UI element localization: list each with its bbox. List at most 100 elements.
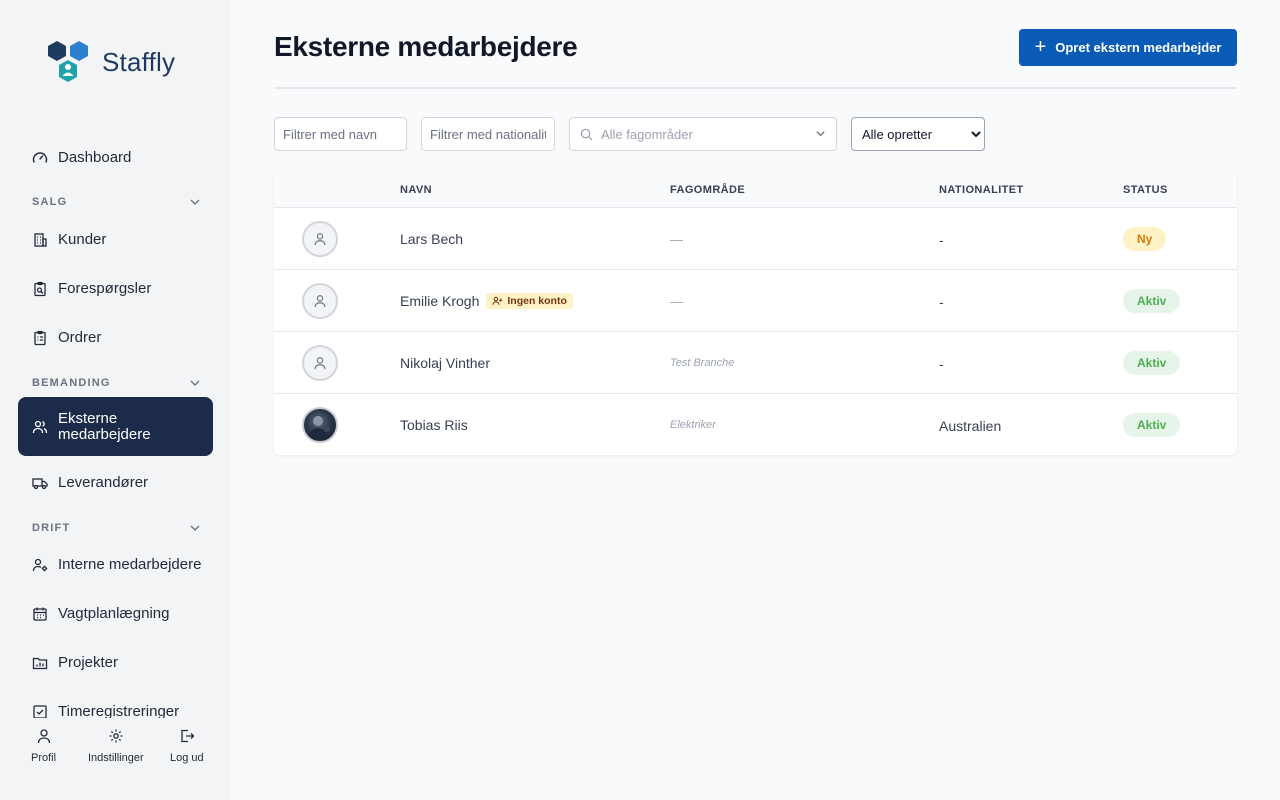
sidebar: Staffly Dashboard SALG Kunder Forespørgs… bbox=[0, 0, 231, 800]
column-header-area[interactable]: FAGOMRÅDE bbox=[670, 184, 745, 196]
status-badge: Aktiv bbox=[1123, 413, 1181, 437]
area-cell: Elektriker bbox=[670, 419, 716, 431]
users-icon bbox=[32, 419, 48, 435]
create-button-label: Opret ekstern medarbejder bbox=[1055, 40, 1222, 55]
chevron-down-icon bbox=[816, 131, 825, 137]
no-account-label: Ingen konto bbox=[507, 295, 567, 307]
table-row[interactable]: Emilie Krogh Ingen konto — - Aktiv bbox=[274, 270, 1237, 332]
nationality-filter-input[interactable] bbox=[421, 117, 555, 151]
chevron-down-icon bbox=[190, 380, 200, 386]
logout-label: Log ud bbox=[170, 752, 204, 764]
gear-icon bbox=[109, 729, 123, 743]
sidebar-item-projekter[interactable]: Projekter bbox=[18, 641, 213, 685]
table-row[interactable]: Lars Bech — - Ny bbox=[274, 208, 1237, 270]
section-label: DRIFT bbox=[32, 522, 71, 534]
profile-label: Profil bbox=[31, 752, 57, 764]
sidebar-item-label: Kunder bbox=[58, 231, 107, 248]
area-cell: Test Branche bbox=[670, 357, 735, 369]
sidebar-item-kunder[interactable]: Kunder bbox=[18, 218, 213, 262]
employees-table: NAVN FAGOMRÅDE NATIONALITET STATUS Lars … bbox=[274, 172, 1237, 455]
nationality-cell: - bbox=[939, 294, 944, 310]
user-plus-icon bbox=[492, 296, 503, 306]
column-header-nationality[interactable]: NATIONALITET bbox=[939, 184, 1024, 196]
create-external-employee-button[interactable]: + Opret ekstern medarbejder bbox=[1019, 29, 1237, 66]
column-header-name[interactable]: NAVN bbox=[400, 184, 432, 196]
sidebar-item-label: Vagtplanlægning bbox=[58, 605, 170, 622]
settings-label: Indstillinger bbox=[88, 752, 144, 764]
employee-name-cell: Tobias Riis bbox=[400, 417, 468, 433]
nationality-cell: - bbox=[939, 356, 944, 372]
sidebar-item-label: Projekter bbox=[58, 654, 119, 671]
avatar bbox=[302, 345, 338, 381]
header-divider bbox=[274, 87, 1237, 89]
table-row[interactable]: Nikolaj Vinther Test Branche - Aktiv bbox=[274, 332, 1237, 394]
check-square-icon bbox=[32, 704, 48, 718]
person-photo-icon bbox=[308, 416, 330, 439]
sidebar-item-interne-medarbejdere[interactable]: Interne medarbejdere bbox=[18, 543, 213, 587]
gauge-icon bbox=[32, 150, 48, 166]
profile-button[interactable]: Profil bbox=[31, 728, 56, 764]
chevron-down-icon bbox=[190, 525, 200, 531]
employee-name: Emilie Krogh bbox=[400, 293, 480, 309]
sidebar-item-eksterne-medarbejdere[interactable]: Eksterne medarbejdere bbox=[18, 397, 213, 456]
sidebar-item-ordrer[interactable]: Ordrer bbox=[18, 316, 213, 360]
settings-button[interactable]: Indstillinger bbox=[88, 728, 144, 764]
employee-name: Tobias Riis bbox=[400, 417, 468, 433]
creator-select[interactable]: Alle opretter bbox=[851, 117, 985, 151]
truck-icon bbox=[32, 475, 48, 491]
sidebar-item-label: Timeregistreringer bbox=[58, 703, 180, 719]
status-badge: Aktiv bbox=[1123, 351, 1181, 375]
employee-name: Nikolaj Vinther bbox=[400, 355, 491, 371]
no-account-badge: Ingen konto bbox=[486, 293, 573, 309]
app-name: Staffly bbox=[102, 46, 176, 77]
area-multiselect[interactable]: Alle fagområder bbox=[569, 117, 837, 151]
sidebar-item-label: Eksterne medarbejdere bbox=[58, 409, 151, 443]
logout-button[interactable]: Log ud bbox=[170, 728, 204, 764]
avatar bbox=[302, 221, 338, 257]
avatar-photo bbox=[302, 407, 338, 443]
area-cell: — bbox=[670, 294, 683, 309]
sidebar-item-leverandoerer[interactable]: Leverandører bbox=[18, 461, 213, 505]
chevron-down-icon bbox=[190, 199, 200, 205]
main-content: Eksterne medarbejdere + Opret ekstern me… bbox=[231, 0, 1280, 800]
staffly-logo-icon bbox=[48, 41, 88, 82]
sidebar-item-label: Dashboard bbox=[58, 149, 132, 166]
name-filter-input[interactable] bbox=[274, 117, 407, 151]
sidebar-item-label: Ordrer bbox=[58, 329, 102, 346]
employee-name-cell: Emilie Krogh Ingen konto bbox=[400, 293, 573, 309]
logout-icon bbox=[181, 729, 195, 743]
clipboard-list-icon bbox=[32, 330, 48, 346]
user-placeholder-icon bbox=[314, 295, 326, 308]
plus-icon: + bbox=[1034, 35, 1047, 58]
employee-name-cell: Lars Bech bbox=[400, 231, 463, 247]
area-placeholder: Alle fagområder bbox=[601, 126, 693, 142]
section-salg-toggle[interactable]: SALG bbox=[32, 196, 200, 208]
clipboard-search-icon bbox=[32, 281, 48, 297]
employee-name: Lars Bech bbox=[400, 231, 464, 247]
sidebar-nav: Staffly Dashboard SALG Kunder Forespørgs… bbox=[0, 0, 231, 718]
sidebar-item-vagtplanlaegning[interactable]: Vagtplanlægning bbox=[18, 592, 213, 636]
building-icon bbox=[32, 232, 48, 248]
employee-name-cell: Nikolaj Vinther bbox=[400, 355, 490, 371]
sidebar-item-forespoergsler[interactable]: Forespørgsler bbox=[18, 267, 213, 311]
status-badge: Ny bbox=[1123, 227, 1167, 251]
sidebar-item-label: Interne medarbejdere bbox=[58, 556, 202, 573]
search-icon bbox=[580, 128, 593, 141]
page-title: Eksterne medarbejdere bbox=[274, 31, 578, 62]
nationality-cell: - bbox=[939, 232, 944, 248]
column-header-status[interactable]: STATUS bbox=[1123, 184, 1168, 196]
sidebar-item-timeregistreringer[interactable]: Timeregistreringer bbox=[18, 690, 213, 718]
user-icon bbox=[37, 729, 50, 744]
app-logo[interactable]: Staffly bbox=[46, 40, 175, 84]
table-row[interactable]: Tobias Riis Elektriker Australien Aktiv bbox=[274, 394, 1237, 455]
avatar bbox=[302, 283, 338, 319]
section-bemanding-toggle[interactable]: BEMANDING bbox=[32, 377, 200, 389]
status-badge: Aktiv bbox=[1123, 289, 1181, 313]
sidebar-item-label: Leverandører bbox=[58, 474, 149, 491]
calendar-icon bbox=[32, 606, 48, 622]
user-cog-icon bbox=[32, 557, 48, 573]
section-label: SALG bbox=[32, 196, 68, 208]
sidebar-item-dashboard[interactable]: Dashboard bbox=[18, 136, 213, 180]
section-label: BEMANDING bbox=[32, 377, 111, 389]
section-drift-toggle[interactable]: DRIFT bbox=[32, 522, 200, 534]
